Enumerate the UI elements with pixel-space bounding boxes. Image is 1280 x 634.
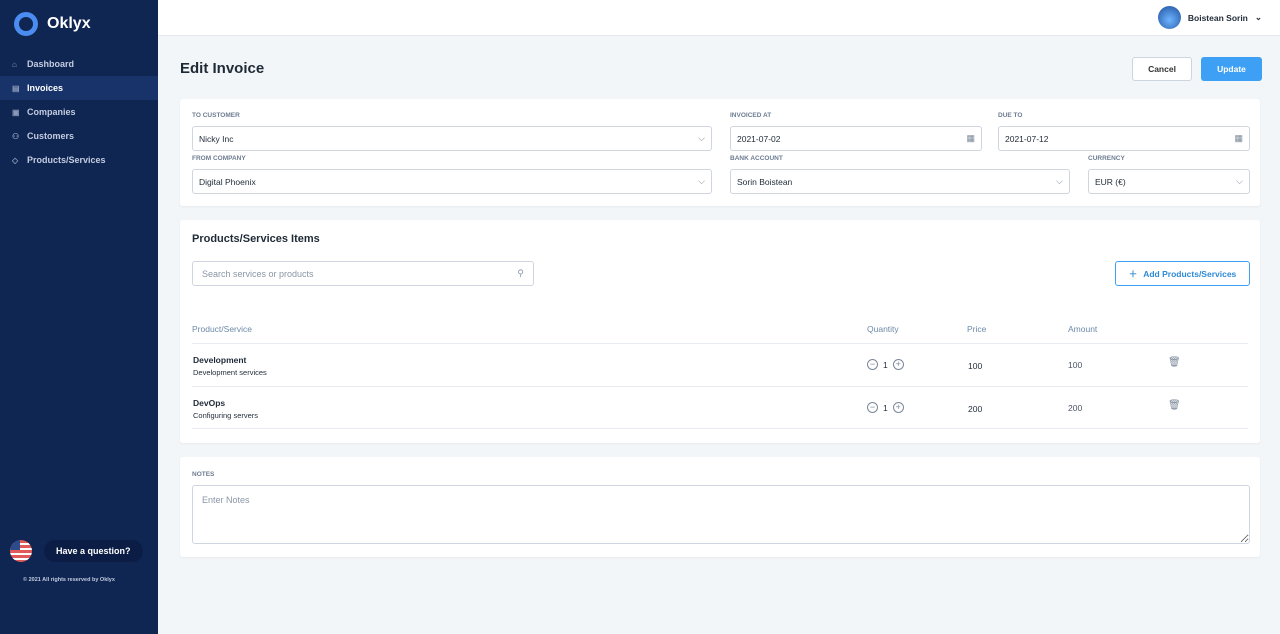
invoice-details-card: To Customer Nicky Inc ⌵ Invoiced At 2021-… [180, 99, 1260, 206]
items-title: Products/Services Items [192, 233, 320, 245]
sidebar-item-dashboard[interactable]: ⌂ Dashboard [0, 52, 158, 76]
help-button[interactable]: Have a question? [44, 540, 143, 562]
language-flag-icon[interactable] [10, 540, 32, 562]
logo[interactable]: Oklyx [14, 12, 91, 36]
copyright: © 2021 All rights reserved by Oklyx [23, 577, 115, 583]
trash-icon[interactable]: 🗑 [1168, 400, 1181, 411]
minus-circle-icon[interactable]: − [867, 359, 878, 370]
plus-circle-icon[interactable]: + [892, 402, 904, 413]
home-icon: ⌂ [12, 59, 17, 69]
invoice-icon: ▤ [12, 83, 20, 93]
to-customer-select[interactable]: Nicky Inc ⌵ [192, 126, 712, 151]
table-row: Development Development services −1 + 100 1… [192, 343, 1248, 386]
sidebar-item-products[interactable]: ◇ Products/Services [0, 148, 158, 172]
plus-circle-icon[interactable]: + [892, 359, 904, 370]
search-icon: ⚲ [517, 268, 524, 278]
notes-card: Notes [180, 457, 1260, 557]
tag-icon: ◇ [12, 155, 19, 165]
sidebar-item-companies[interactable]: ▣ Companies [0, 100, 158, 124]
topbar: Boistean Sorin ⌄ [158, 0, 1280, 36]
due-to-input[interactable]: 2021-07-12 ▦ [998, 126, 1250, 151]
page-title: Edit Invoice [180, 60, 265, 77]
currency-select[interactable]: EUR (€) ⌵ [1088, 169, 1250, 194]
chevron-down-icon: ⌵ [698, 176, 705, 186]
bank-account-select[interactable]: Sorin Boistean ⌵ [730, 169, 1070, 194]
chevron-down-icon: ⌵ [1236, 176, 1243, 186]
calendar-icon: ▦ [1234, 133, 1243, 143]
update-button[interactable]: Update [1201, 57, 1262, 81]
notes-textarea[interactable] [192, 485, 1250, 544]
plus-icon: ＋ [1128, 268, 1138, 279]
sidebar-item-customers[interactable]: ⚇ Customers [0, 124, 158, 148]
minus-circle-icon[interactable]: − [867, 402, 878, 413]
chevron-down-icon: ⌵ [1056, 176, 1063, 186]
chevron-down-icon: ⌵ [698, 133, 705, 143]
avatar [1157, 6, 1181, 29]
sidebar: Oklyx ⌂ Dashboard ▤ Invoices ▣ Companies ⚇ C… [0, 0, 158, 634]
items-card: Products/Services Items Search services … [180, 220, 1260, 443]
trash-icon[interactable]: 🗑 [1168, 357, 1181, 368]
from-company-select[interactable]: Digital Phoenix ⌵ [192, 169, 712, 194]
sidebar-item-invoices[interactable]: ▤ Invoices [0, 76, 158, 100]
search-input[interactable]: Search services or products ⚲ [192, 261, 534, 286]
invoiced-at-input[interactable]: 2021-07-02 ▦ [730, 126, 982, 151]
briefcase-icon: ▣ [12, 107, 20, 117]
add-products-button[interactable]: ＋ Add Products/Services [1115, 261, 1250, 286]
cancel-button[interactable]: Cancel [1132, 57, 1192, 81]
logo-icon [14, 12, 38, 36]
user-menu[interactable]: Boistean Sorin ⌄ [1157, 6, 1262, 29]
chevron-down-icon: ⌄ [1254, 12, 1262, 22]
users-icon: ⚇ [12, 131, 20, 141]
calendar-icon: ▦ [966, 133, 975, 143]
table-row: DevOps Configuring servers −1 + 200 200 🗑 [192, 386, 1248, 429]
